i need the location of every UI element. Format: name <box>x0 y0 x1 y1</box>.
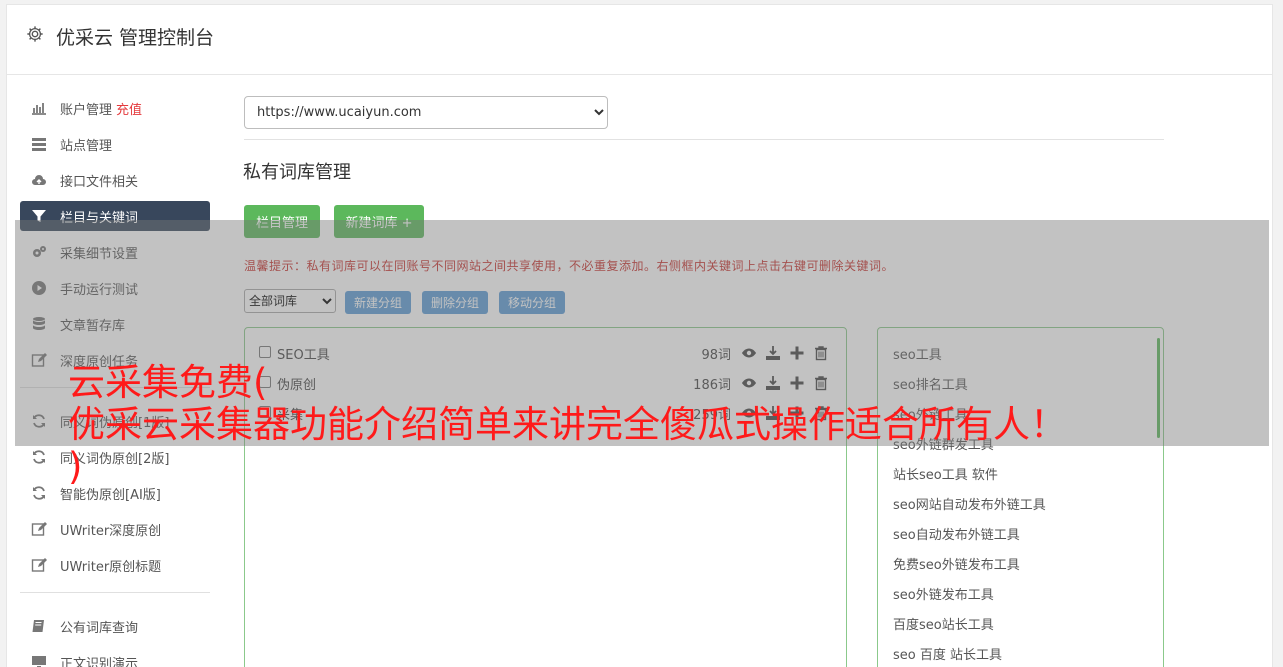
refresh-icon <box>33 450 45 464</box>
sidebar-item-label: 账户管理 <box>60 103 113 118</box>
sidebar-item-sites[interactable]: 站点管理 <box>20 129 210 159</box>
keyword-item[interactable]: seo外链发布工具 <box>893 584 994 603</box>
sidebar-item-label: 公有词库查询 <box>60 621 139 636</box>
refresh-icon <box>33 486 45 500</box>
sidebar-item-uwriter-title[interactable]: UWriter原创标题 <box>20 550 210 580</box>
keyword-item[interactable]: seo 百度 站长工具 <box>893 644 1002 663</box>
keyword-item[interactable]: 免费seo外链发布工具 <box>893 554 1020 573</box>
sidebar-divider <box>20 592 210 593</box>
section-title: 私有词库管理 <box>243 162 351 183</box>
sidebar-item-text-recognition[interactable]: 正文识别演示 <box>20 647 210 667</box>
bar-chart-icon <box>32 103 46 115</box>
top-bar: 优采云 管理控制台 <box>7 5 1272 75</box>
site-select[interactable]: https://www.ucaiyun.com <box>244 96 608 129</box>
gear-icon <box>27 26 43 42</box>
monitor-icon <box>32 656 46 667</box>
server-icon <box>32 138 46 151</box>
edit-icon <box>31 558 47 572</box>
cloud-upload-icon <box>32 175 46 185</box>
overlay-line: 优采云采集器功能介绍简单来讲完全傻瓜式操作适合所有人！ <box>68 403 1067 446</box>
sidebar-item-label: UWriter深度原创 <box>60 524 162 539</box>
sidebar-item-interface[interactable]: 接口文件相关 <box>20 165 210 195</box>
recharge-link[interactable]: 充值 <box>116 103 142 118</box>
page-title: 优采云 管理控制台 <box>56 27 215 49</box>
divider <box>244 139 1164 140</box>
sidebar-item-public-lexicon[interactable]: 公有词库查询 <box>20 611 210 641</box>
book-icon <box>32 620 44 632</box>
sidebar-item-account[interactable]: 账户管理 充值 <box>20 93 210 123</box>
sidebar-item-uwriter-deep[interactable]: UWriter深度原创 <box>20 514 210 544</box>
sidebar-item-label: 站点管理 <box>60 139 113 154</box>
sidebar-item-label: 正文识别演示 <box>60 657 139 667</box>
overlay-line: 云采集免费( <box>68 361 268 404</box>
sidebar-item-label: 接口文件相关 <box>60 175 139 190</box>
keyword-item[interactable]: seo网站自动发布外链工具 <box>893 494 1046 513</box>
keyword-item[interactable]: 百度seo站长工具 <box>893 614 994 633</box>
overlay-line: ) <box>68 445 83 488</box>
sidebar-item-label: UWriter原创标题 <box>60 560 162 575</box>
keyword-item[interactable]: seo自动发布外链工具 <box>893 524 1020 543</box>
overlay-caption: 云采集免费( 优采云采集器功能介绍简单来讲完全傻瓜式操作适合所有人！ ) <box>68 362 1248 488</box>
edit-icon <box>31 522 47 536</box>
